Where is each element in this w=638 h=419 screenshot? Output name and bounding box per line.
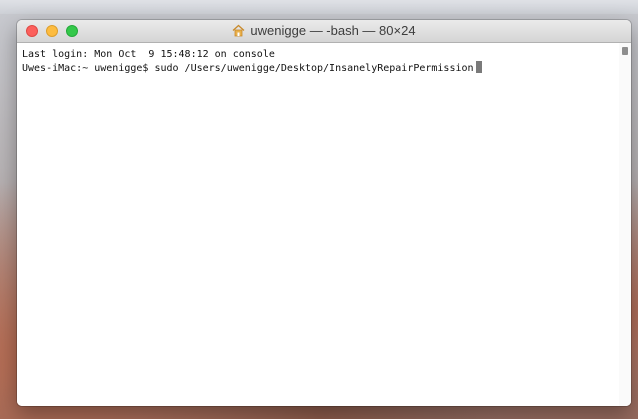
terminal-command: Uwes-iMac:~ uwenigge$ sudo /Users/uwenig… [22,63,474,74]
vertical-scrollbar[interactable] [619,43,631,406]
terminal-line-prompt: Uwes-iMac:~ uwenigge$ sudo /Users/uwenig… [22,61,631,74]
text-cursor [475,61,482,73]
window-title: uwenigge — -bash — 80×24 [250,23,416,38]
terminal-window[interactable]: uwenigge — -bash — 80×24 Last login: Mon… [17,20,631,406]
terminal-content[interactable]: Last login: Mon Oct 9 15:48:12 on consol… [17,43,631,406]
scrollbar-thumb[interactable] [622,47,628,55]
home-folder-icon [232,22,245,37]
terminal-line-login: Last login: Mon Oct 9 15:48:12 on consol… [22,49,275,60]
desktop-background [0,0,638,14]
title-bar[interactable]: uwenigge — -bash — 80×24 [17,20,631,43]
window-title-container: uwenigge — -bash — 80×24 [17,20,631,42]
